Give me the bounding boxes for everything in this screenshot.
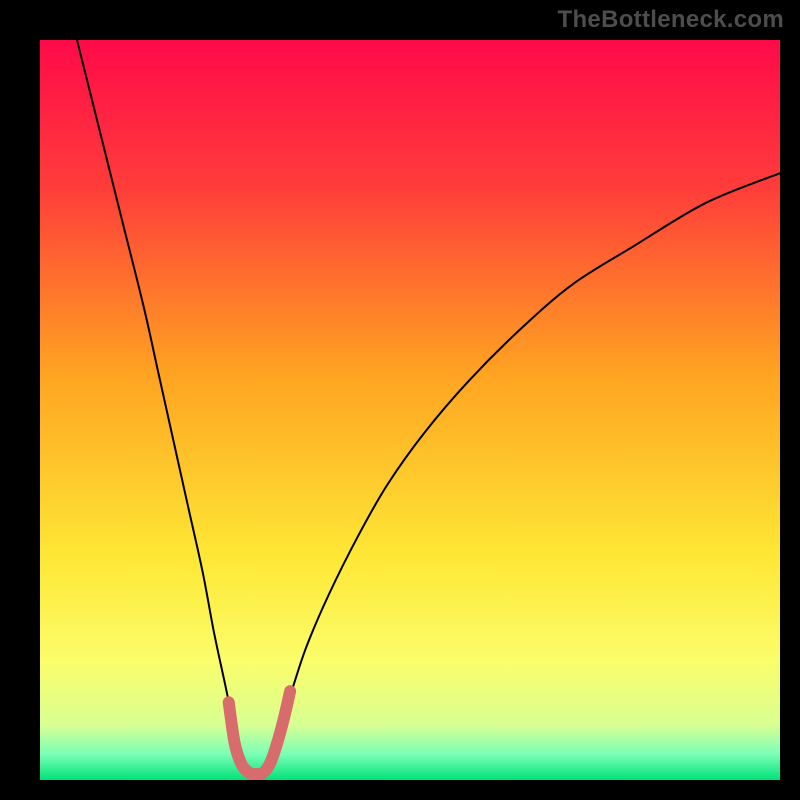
plot-area bbox=[40, 40, 780, 780]
chart-container: TheBottleneck.com bbox=[0, 0, 800, 800]
gradient-background bbox=[40, 40, 780, 780]
watermark-text: TheBottleneck.com bbox=[558, 6, 784, 34]
chart-svg bbox=[40, 40, 780, 780]
